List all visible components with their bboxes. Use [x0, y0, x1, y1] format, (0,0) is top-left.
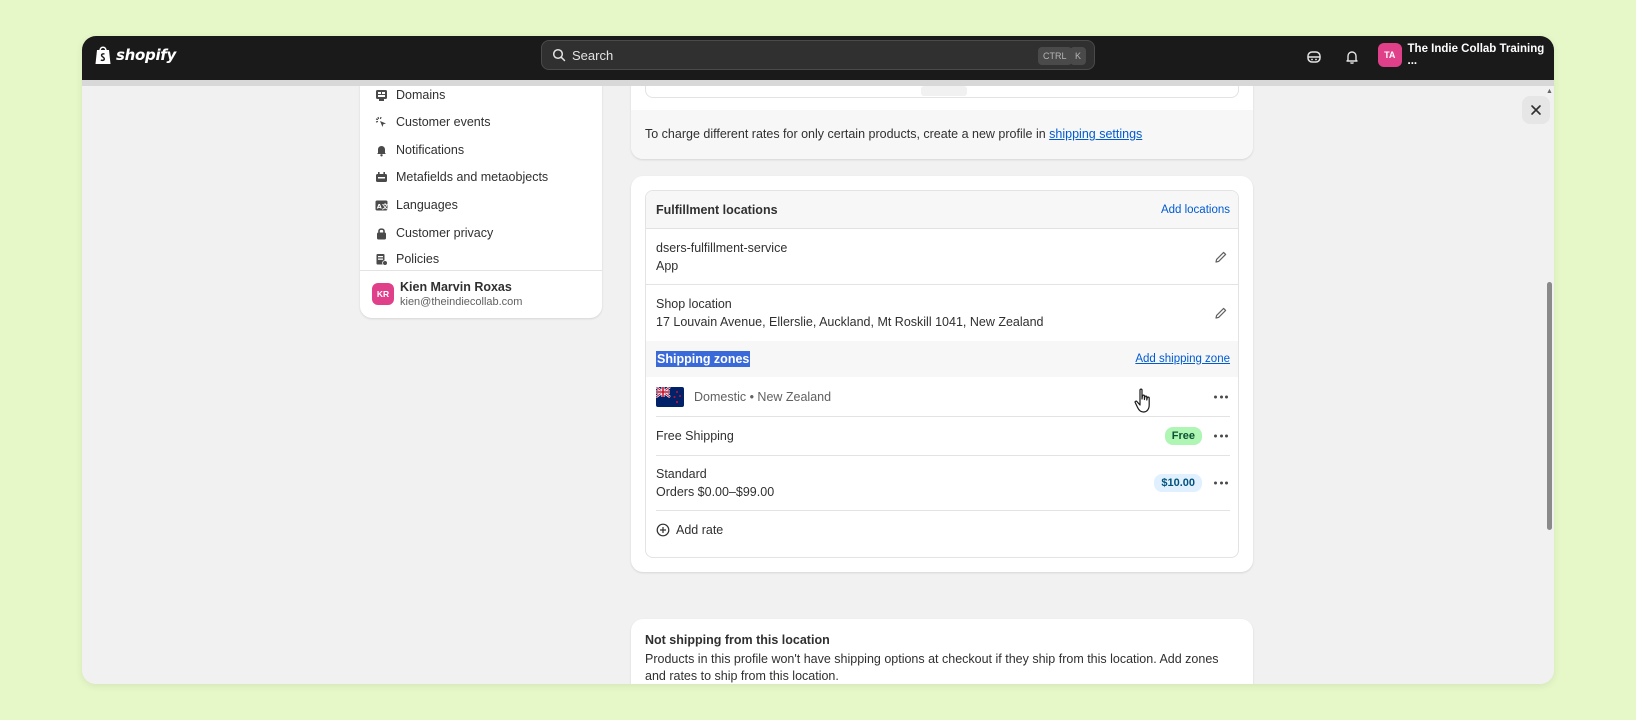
zone-name: Domestic • New Zealand — [694, 389, 832, 404]
hand-cursor-icon — [1134, 388, 1150, 413]
shopify-bag-icon — [95, 46, 111, 64]
add-rate-row: Add rate — [646, 511, 1238, 549]
rate-name: Free Shipping — [656, 429, 734, 443]
sidebar-item-label: Languages — [396, 198, 458, 212]
policy-icon — [374, 252, 388, 266]
fulfillment-header: Fulfillment locations Add locations — [646, 191, 1238, 229]
bell-icon — [374, 143, 388, 157]
add-rate-button[interactable]: Add rate — [656, 523, 723, 537]
user-email: kien@theindiecollab.com — [400, 296, 523, 308]
rate-price-badge: $10.00 — [1154, 474, 1202, 492]
not-shipping-body: Products in this profile won't have ship… — [645, 652, 1219, 683]
footer-text: To charge different rates for only certa… — [645, 127, 1050, 141]
kbd-ctrl: CTRL — [1038, 47, 1072, 65]
profile-card: To charge different rates for only certa… — [631, 86, 1253, 159]
pagination-control — [921, 86, 967, 96]
rate-price-badge: Free — [1164, 427, 1202, 445]
scrollbar[interactable]: ▲ — [1544, 86, 1554, 684]
rate-detail: Orders $0.00–$99.00 — [656, 485, 775, 499]
sidebar-item-label: Notifications — [396, 143, 465, 157]
location-name: Shop location — [656, 297, 732, 311]
sidebar-item-languages[interactable]: A文 Languages — [360, 192, 602, 218]
sidebar-item-metafields[interactable]: Metafields and metaobjects — [360, 164, 602, 190]
sidebar-item-label: Customer events — [396, 115, 491, 129]
fulfillment-inner: Fulfillment locations Add locations dser… — [645, 190, 1239, 558]
sidebar-divider — [360, 270, 602, 271]
not-shipping-card: Not shipping from this location Products… — [631, 619, 1253, 684]
search-placeholder: Search — [572, 47, 614, 63]
search-input[interactable]: Search CTRL K — [541, 40, 1095, 70]
kbd-k: K — [1070, 47, 1087, 65]
location-name: dsers-fulfillment-service — [656, 240, 788, 255]
more-actions-icon[interactable] — [1214, 434, 1228, 438]
sidebar-item-customer-privacy[interactable]: Customer privacy — [360, 220, 602, 246]
scrollbar-thumb[interactable] — [1547, 282, 1552, 530]
not-shipping-title: Not shipping from this location — [645, 633, 830, 647]
rate-name: Standard — [656, 467, 707, 481]
brand-wordmark: shopify — [116, 46, 176, 64]
edit-pencil-icon[interactable] — [1214, 250, 1228, 264]
more-actions-icon[interactable] — [1214, 395, 1228, 398]
app-window: shopify Search CTRL K TA The Indie Colla… — [82, 36, 1554, 684]
sidebar-item-label: Domains — [396, 88, 446, 102]
language-icon: A文 — [374, 198, 388, 212]
user-avatar: KR — [372, 283, 394, 305]
plus-circle-icon — [656, 523, 670, 537]
more-actions-icon[interactable] — [1214, 481, 1228, 485]
user-name: Kien Marvin Roxas — [400, 280, 512, 294]
metafields-icon — [374, 170, 388, 184]
scroll-up-icon[interactable]: ▲ — [1546, 88, 1553, 95]
svg-text:A文: A文 — [376, 201, 387, 210]
search-icon — [552, 48, 566, 62]
sidekick-icon[interactable] — [1304, 47, 1324, 67]
fulfillment-card: Fulfillment locations Add locations dser… — [631, 176, 1253, 572]
top-bar: shopify Search CTRL K TA The Indie Colla… — [82, 36, 1554, 80]
sidebar-item-label: Policies — [396, 252, 440, 266]
shopify-logo[interactable]: shopify — [94, 44, 176, 66]
store-name: The Indie Collab Training ... — [1407, 43, 1545, 67]
sidebar-item-label: Metafields and metaobjects — [396, 170, 549, 184]
lock-icon — [374, 226, 388, 240]
cursor-click-icon — [374, 115, 388, 129]
main-content: Domains Customer events Notifications Me… — [82, 86, 1554, 684]
sidebar-item-label: Customer privacy — [396, 226, 494, 240]
domains-icon — [374, 88, 388, 102]
shipping-settings-link[interactable]: shipping settings — [1049, 127, 1142, 141]
store-menu[interactable]: TA The Indie Collab Training ... — [1378, 43, 1554, 67]
add-locations-button[interactable]: Add locations — [1161, 204, 1230, 216]
add-shipping-zone-button[interactable]: Add shipping zone — [1135, 353, 1230, 365]
profile-card-footer: To charge different rates for only certa… — [631, 110, 1253, 159]
sidebar-item-customer-events[interactable]: Customer events — [360, 109, 602, 135]
bell-icon[interactable] — [1342, 47, 1362, 67]
rate-row[interactable]: Free Shipping Free — [656, 417, 1230, 456]
add-rate-label: Add rate — [676, 523, 724, 537]
location-detail: App — [656, 258, 679, 273]
fulfillment-title: Fulfillment locations — [656, 202, 778, 217]
location-row: Shop location 17 Louvain Avenue, Ellersl… — [646, 285, 1238, 341]
new-zealand-flag-icon — [656, 386, 684, 407]
close-icon — [1531, 105, 1541, 115]
rate-row[interactable]: Standard Orders $0.00–$99.00 $10.00 — [656, 456, 1230, 511]
location-detail: 17 Louvain Avenue, Ellerslie, Auckland, … — [656, 315, 1044, 329]
profile-card-inner — [645, 86, 1239, 98]
location-row: dsers-fulfillment-service App — [646, 229, 1238, 285]
store-avatar: TA — [1378, 43, 1402, 67]
sidebar-item-policies[interactable]: Policies — [360, 246, 602, 272]
shipping-zones-title: Shipping zones — [656, 351, 751, 367]
user-profile[interactable]: KR Kien Marvin Roxas kien@theindiecollab… — [372, 280, 522, 308]
shipping-zones-header: Shipping zones Add shipping zone — [646, 341, 1238, 377]
sidebar-item-notifications[interactable]: Notifications — [360, 137, 602, 163]
sidebar-item-domains[interactable]: Domains — [360, 86, 602, 108]
edit-pencil-icon[interactable] — [1214, 306, 1228, 320]
settings-sidebar: Domains Customer events Notifications Me… — [360, 86, 602, 318]
